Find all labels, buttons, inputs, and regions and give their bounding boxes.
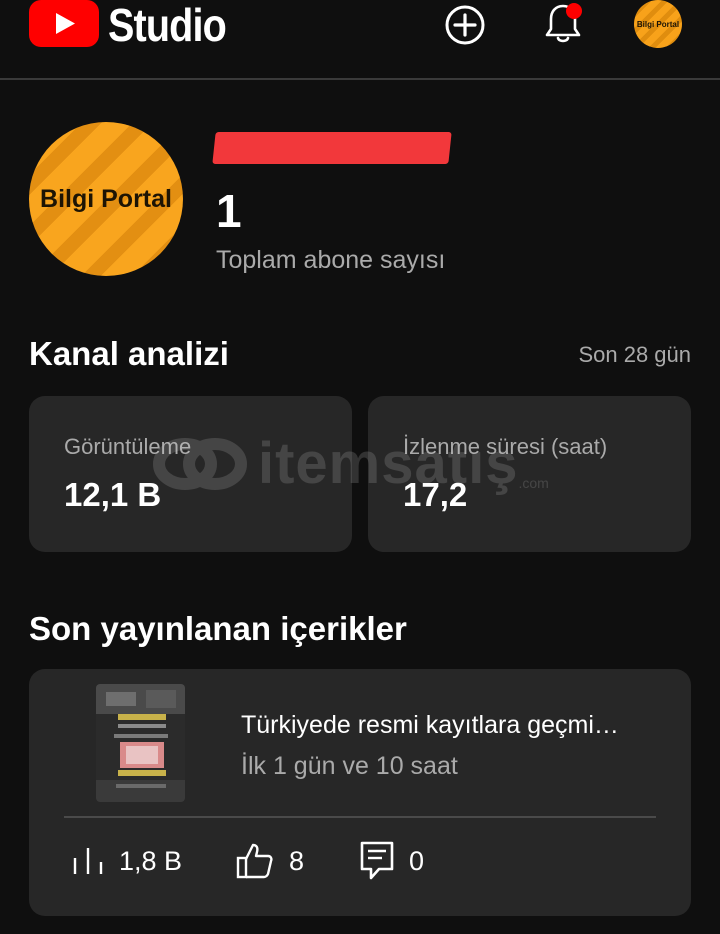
bar-chart-icon bbox=[73, 848, 103, 874]
watch-time-value: 17,2 bbox=[403, 476, 468, 513]
video-thumbnail[interactable] bbox=[96, 684, 185, 802]
app-name: Studio bbox=[108, 0, 227, 51]
video-comments-value: 0 bbox=[409, 845, 425, 876]
video-age: İlk 1 gün ve 10 saat bbox=[241, 752, 458, 780]
channel-avatar[interactable]: Bilgi Portal bbox=[29, 122, 183, 276]
watch-time-label: İzlenme süresi (saat) bbox=[403, 434, 608, 459]
analytics-section-title: Kanal analizi bbox=[29, 335, 229, 372]
comment-icon bbox=[360, 841, 394, 880]
views-label: Görüntüleme bbox=[64, 434, 192, 459]
views-metric-card[interactable]: Görüntüleme 12,1 B bbox=[29, 396, 352, 552]
video-views-stat: 1,8 B bbox=[71, 839, 182, 883]
notification-badge bbox=[566, 3, 582, 19]
recent-content-title: Son yayınlanan içerikler bbox=[29, 610, 407, 647]
youtube-logo-icon[interactable] bbox=[29, 0, 99, 47]
video-title[interactable]: Türkiyede resmi kayıtlara geçmi… bbox=[241, 711, 671, 740]
video-comments-stat: 0 bbox=[359, 839, 424, 883]
views-value: 12,1 B bbox=[64, 476, 162, 513]
video-likes-stat: 8 bbox=[235, 839, 304, 883]
account-avatar-text: Bilgi Portal bbox=[636, 19, 680, 29]
recent-video-card[interactable]: Türkiyede resmi kayıtlara geçmi… İlk 1 g… bbox=[29, 669, 691, 916]
account-avatar[interactable]: Bilgi Portal bbox=[634, 0, 682, 48]
watch-time-metric-card[interactable]: İzlenme süresi (saat) 17,2 bbox=[368, 396, 691, 552]
thumbs-up-icon bbox=[236, 843, 273, 879]
create-icon[interactable] bbox=[444, 4, 486, 51]
subscriber-label: Toplam abone sayısı bbox=[216, 246, 446, 274]
video-likes-value: 8 bbox=[289, 845, 305, 876]
divider bbox=[64, 816, 656, 818]
subscriber-count: 1 bbox=[216, 185, 242, 237]
analytics-period: Son 28 gün bbox=[578, 342, 691, 367]
channel-name-redaction bbox=[212, 132, 452, 164]
channel-avatar-text: Bilgi Portal bbox=[40, 184, 172, 213]
top-app-bar: Studio Bilgi Portal bbox=[0, 0, 720, 80]
video-views-value: 1,8 B bbox=[119, 845, 183, 876]
